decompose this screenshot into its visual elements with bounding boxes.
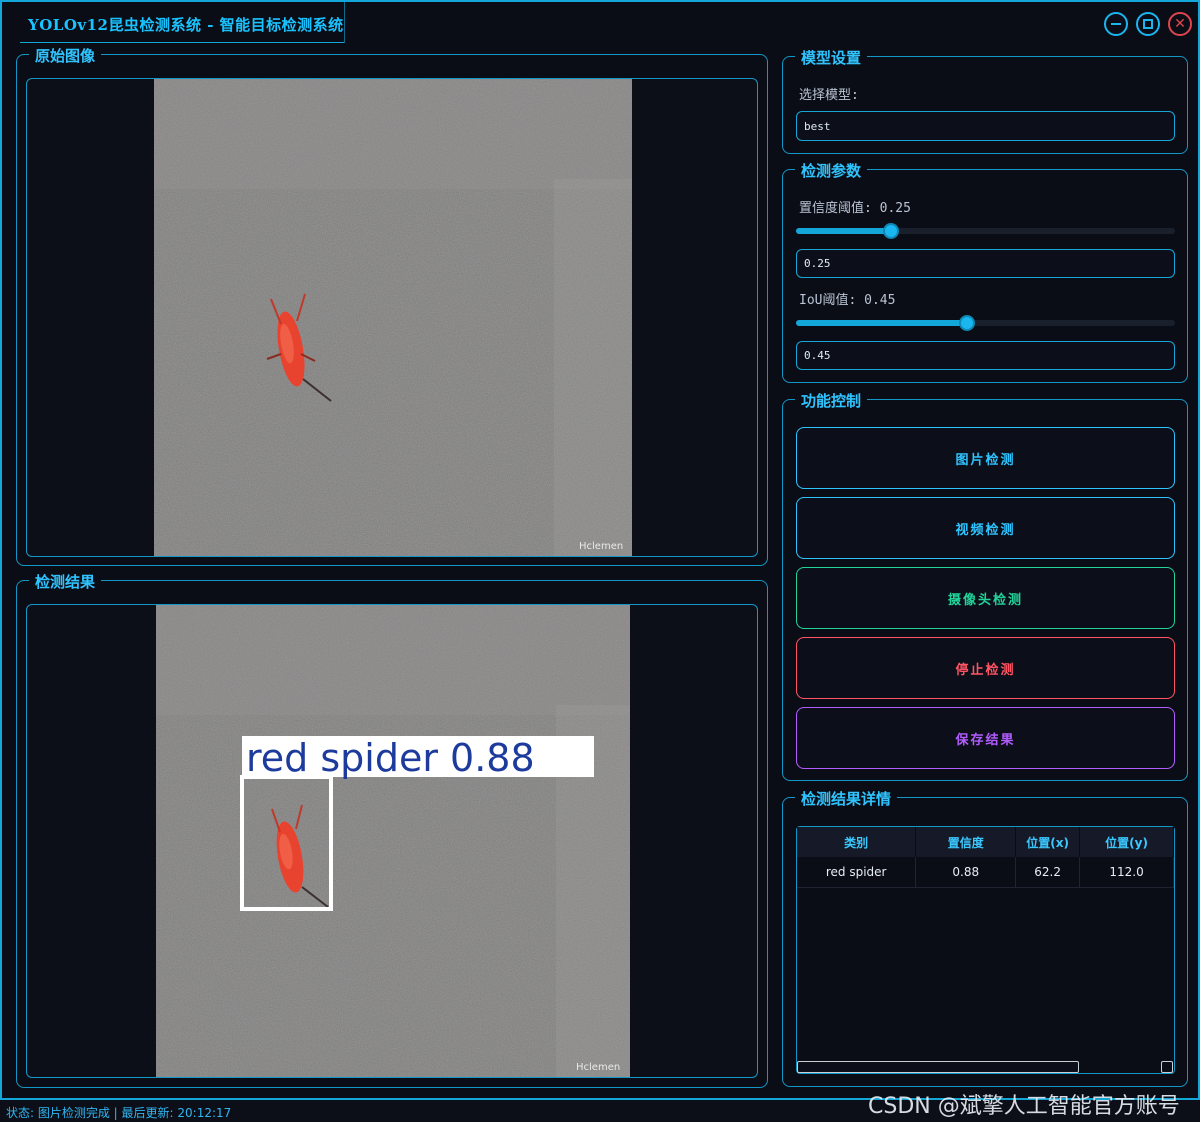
detection-result-title: 检测结果 xyxy=(29,571,102,592)
stop-detect-label: 停止检测 xyxy=(955,662,1016,678)
result-image-frame: red spider 0.88 Hclemen xyxy=(26,604,758,1078)
confidence-slider-fill xyxy=(796,228,891,234)
app-window: YOLOv12昆虫检测系统 - 智能目标检测系统 ✕ 原始图像 Hclemen … xyxy=(0,0,1200,1100)
iou-input[interactable]: 0.45 xyxy=(796,341,1175,370)
select-model-label: 选择模型: xyxy=(799,88,859,103)
result-table: 类别 置信度 位置(x) 位置(y) red spider 0.88 62.2 … xyxy=(797,827,1174,888)
insect-photo-result: red spider 0.88 Hclemen xyxy=(156,605,630,1077)
camera-detect-label: 摄像头检测 xyxy=(947,592,1023,608)
column-header-confidence[interactable]: 置信度 xyxy=(915,827,1017,857)
title-underline xyxy=(20,42,344,43)
iou-label: IoU阈值: 0.45 xyxy=(799,293,896,308)
confidence-input[interactable]: 0.25 xyxy=(796,249,1175,278)
minimize-button[interactable] xyxy=(1104,12,1128,36)
close-button[interactable]: ✕ xyxy=(1168,12,1192,36)
iou-slider[interactable] xyxy=(796,315,1175,331)
status-bar: 状态: 图片检测完成 | 最后更新: 20:12:17 xyxy=(6,1106,232,1120)
insect-photo-original: Hclemen xyxy=(154,79,632,556)
confidence-slider[interactable] xyxy=(796,223,1175,239)
result-photo-watermark: Hclemen xyxy=(576,1062,620,1073)
image-detect-label: 图片检测 xyxy=(955,452,1016,468)
cell-confidence: 0.88 xyxy=(915,857,1017,888)
iou-slider-fill xyxy=(796,320,967,326)
column-header-y[interactable]: 位置(y) xyxy=(1079,827,1174,857)
maximize-icon xyxy=(1143,19,1153,29)
save-result-button[interactable]: 保存结果 xyxy=(796,707,1175,769)
close-icon: ✕ xyxy=(1174,16,1186,32)
table-row[interactable]: red spider 0.88 62.2 112.0 xyxy=(797,857,1174,888)
table-header-row: 类别 置信度 位置(x) 位置(y) xyxy=(797,827,1174,857)
original-image-title: 原始图像 xyxy=(29,45,102,66)
scrollbar-end-handle[interactable] xyxy=(1161,1061,1173,1073)
horizontal-scrollbar[interactable] xyxy=(797,1061,1079,1073)
model-select[interactable]: best xyxy=(796,111,1175,141)
save-result-label: 保存结果 xyxy=(955,732,1016,748)
video-detect-label: 视频检测 xyxy=(955,522,1016,538)
cell-x: 62.2 xyxy=(1015,857,1081,888)
camera-detect-button[interactable]: 摄像头检测 xyxy=(796,567,1175,629)
image-detect-button[interactable]: 图片检测 xyxy=(796,427,1175,489)
detection-params-title: 检测参数 xyxy=(795,160,868,181)
title-bar[interactable]: YOLOv12昆虫检测系统 - 智能目标检测系统 ✕ xyxy=(2,2,1198,44)
confidence-slider-handle[interactable] xyxy=(882,223,899,239)
minimize-icon xyxy=(1111,23,1121,25)
window-title: YOLOv12昆虫检测系统 - 智能目标检测系统 xyxy=(28,16,344,34)
stop-detect-button[interactable]: 停止检测 xyxy=(796,637,1175,699)
iou-slider-handle[interactable] xyxy=(958,315,975,331)
function-control-title: 功能控制 xyxy=(795,390,868,411)
original-photo-watermark: Hclemen xyxy=(579,541,623,552)
original-image: Hclemen xyxy=(154,79,632,556)
result-details-title: 检测结果详情 xyxy=(795,788,898,809)
result-image: red spider 0.88 Hclemen xyxy=(156,605,630,1077)
maximize-button[interactable] xyxy=(1136,12,1160,36)
detection-label-text: red spider 0.88 xyxy=(246,736,535,780)
column-header-class[interactable]: 类别 xyxy=(797,827,917,857)
column-header-x[interactable]: 位置(x) xyxy=(1015,827,1081,857)
cell-class: red spider xyxy=(797,857,917,888)
video-detect-button[interactable]: 视频检测 xyxy=(796,497,1175,559)
confidence-label: 置信度阈值: 0.25 xyxy=(799,201,911,216)
title-tab-edge xyxy=(344,2,345,43)
cell-y: 112.0 xyxy=(1079,857,1174,888)
csdn-watermark: CSDN @斌擎人工智能官方账号 xyxy=(868,1094,1180,1119)
original-image-frame: Hclemen xyxy=(26,78,758,557)
model-settings-title: 模型设置 xyxy=(795,47,868,68)
